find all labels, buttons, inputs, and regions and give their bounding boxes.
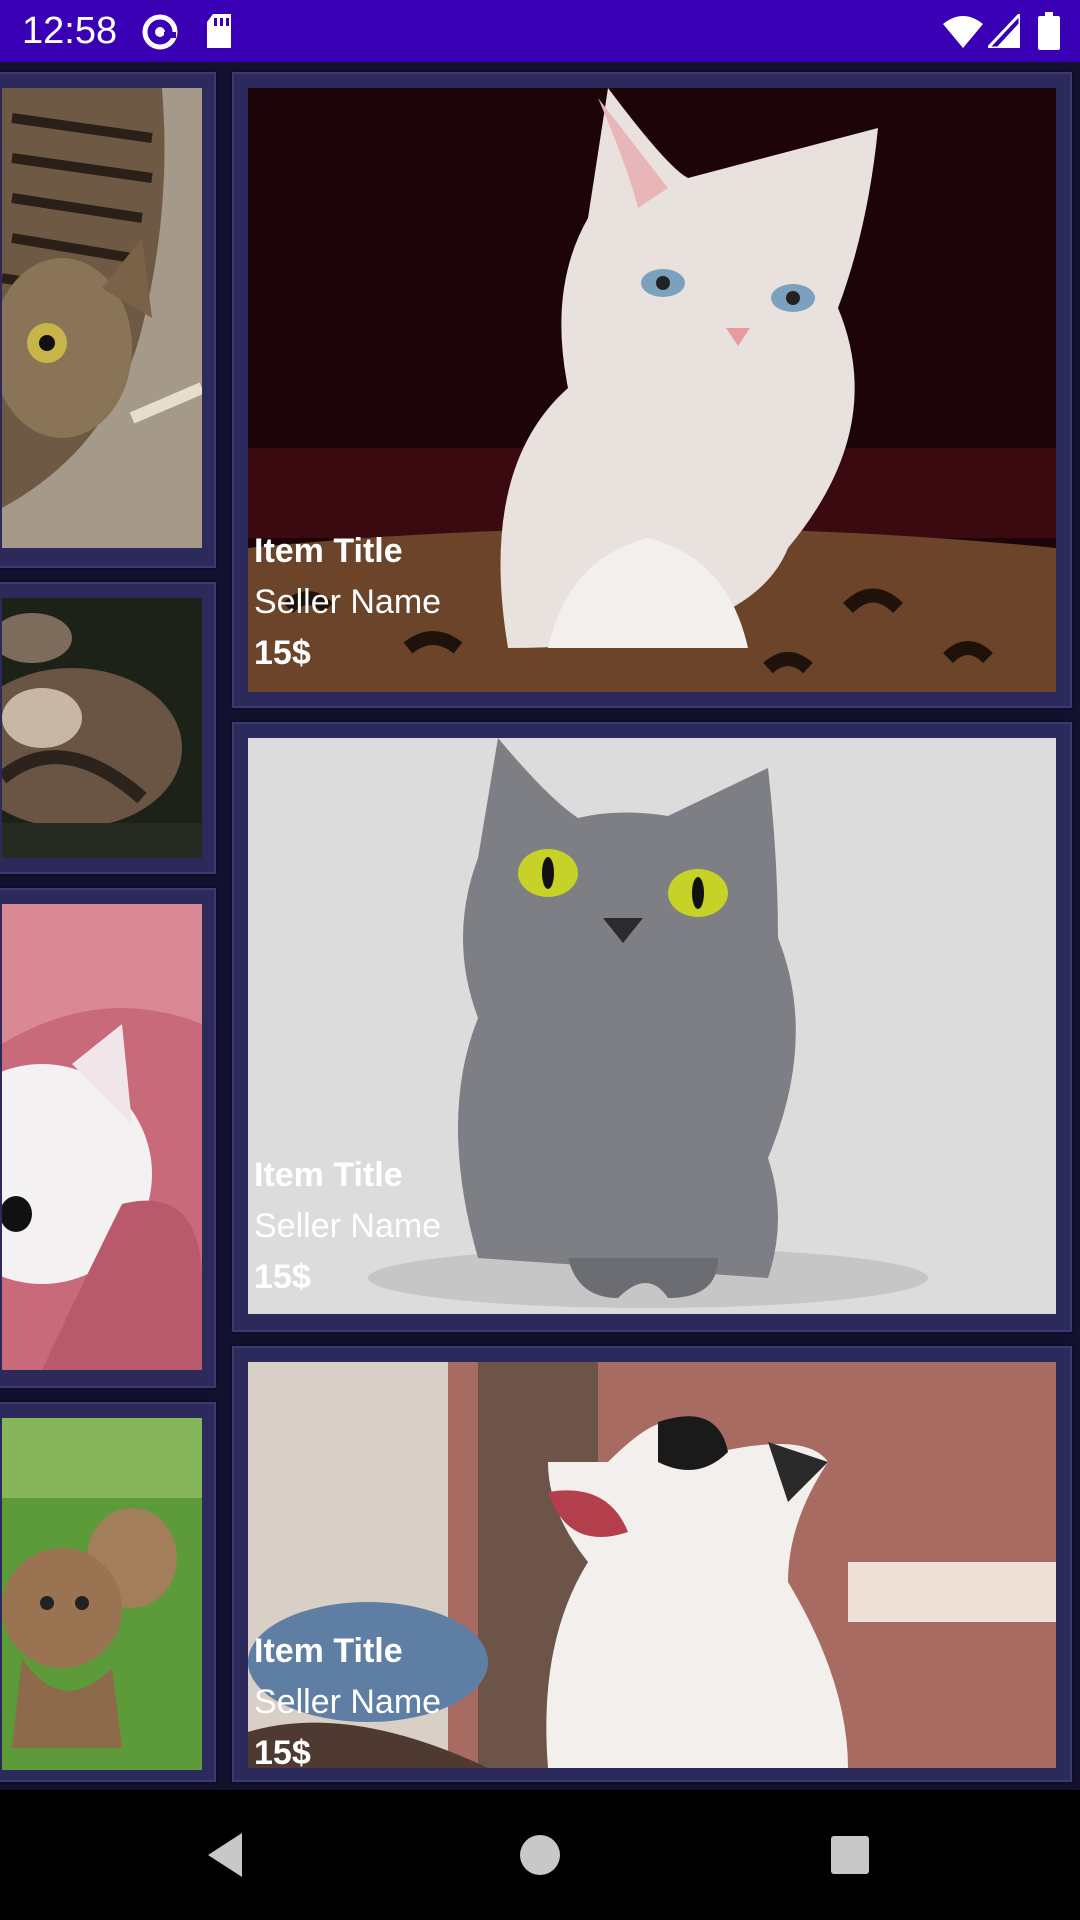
- item-card-2[interactable]: Item Title Seller Name 15$: [232, 722, 1072, 1332]
- at-sign-icon: [140, 12, 180, 57]
- navigation-bar: [0, 1790, 1080, 1920]
- item-caption: Item Title Seller Name 15$: [254, 1150, 441, 1303]
- product-grid[interactable]: Item Title Seller Name 15$ Item Title Se…: [0, 62, 1080, 1790]
- seller-name: Seller Name: [254, 1207, 442, 1245]
- kittens-grass-photo: [2, 1418, 202, 1770]
- left-card-2[interactable]: [0, 582, 216, 874]
- item-title: Item Title: [254, 532, 403, 570]
- tabby-cat-photo: [2, 88, 202, 548]
- left-card-1[interactable]: [0, 72, 216, 568]
- item-price: 15$: [254, 1734, 311, 1772]
- status-time: 12:58: [22, 10, 118, 52]
- item-price: 15$: [254, 1258, 311, 1296]
- item-card-3[interactable]: Item Title Seller Name 15$: [232, 1346, 1072, 1782]
- white-kitten-blanket-photo: [2, 904, 202, 1370]
- seller-name: Seller Name: [254, 1683, 442, 1721]
- seller-name: Seller Name: [254, 583, 442, 621]
- sd-card-icon: [205, 14, 233, 55]
- item-price: 15$: [254, 634, 311, 672]
- left-card-4[interactable]: [0, 1402, 216, 1782]
- item-caption: Item Title Seller Name 15$: [254, 526, 441, 679]
- item-card-1[interactable]: Item Title Seller Name 15$: [232, 72, 1072, 708]
- recents-icon[interactable]: [820, 1825, 880, 1885]
- sleeping-cat-photo: [2, 598, 202, 858]
- item-title: Item Title: [254, 1156, 403, 1194]
- left-card-3[interactable]: [0, 888, 216, 1388]
- status-bar: 12:58: [0, 0, 1080, 62]
- battery-icon: [1038, 12, 1060, 55]
- item-title: Item Title: [254, 1632, 403, 1670]
- signal-icon: [984, 10, 1022, 53]
- wifi-icon: [943, 14, 983, 53]
- back-icon[interactable]: [200, 1825, 260, 1885]
- home-icon[interactable]: [510, 1825, 570, 1885]
- item-caption: Item Title Seller Name 15$: [254, 1626, 441, 1779]
